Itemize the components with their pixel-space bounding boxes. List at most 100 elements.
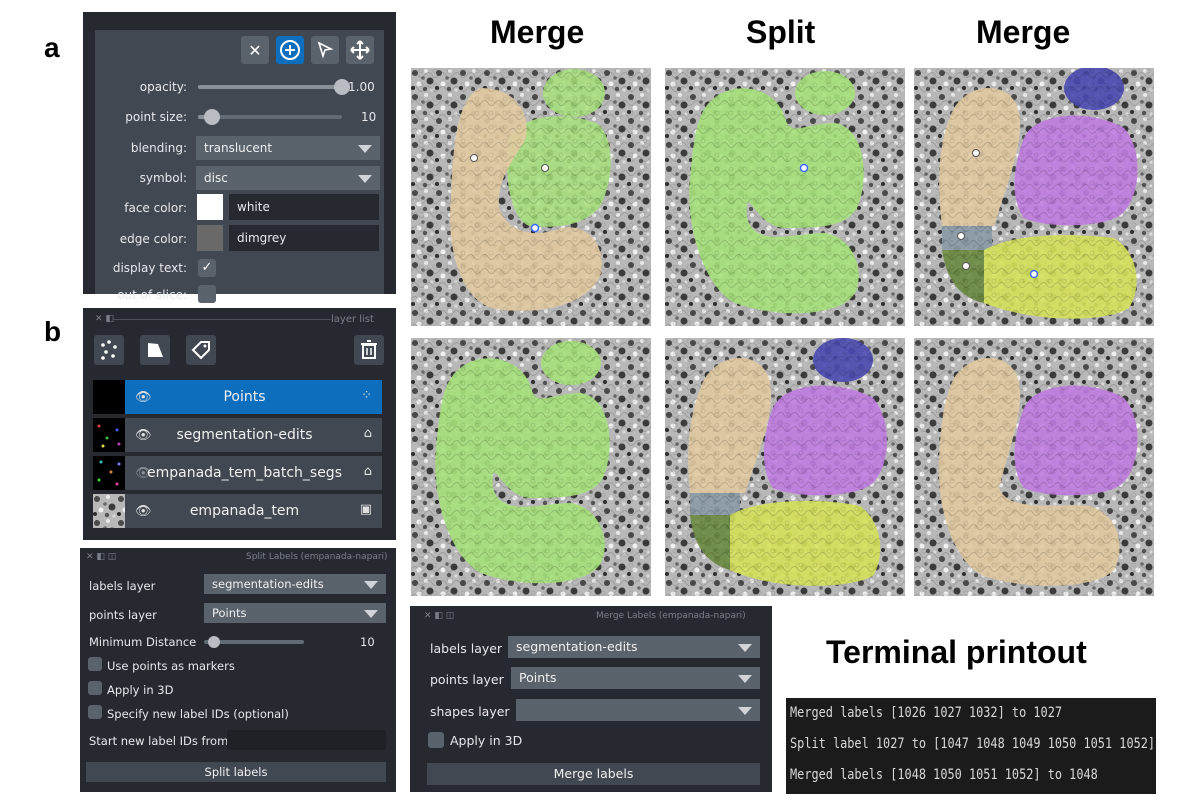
merge-after-split-image bbox=[914, 68, 1154, 326]
blending-value: translucent bbox=[204, 141, 273, 155]
trash-icon bbox=[361, 340, 377, 359]
chevron-down-icon bbox=[738, 707, 752, 715]
split-labels-button[interactable]: Split labels bbox=[86, 762, 386, 782]
face-color-field[interactable]: white bbox=[229, 194, 379, 220]
add-points-icon[interactable] bbox=[276, 36, 304, 64]
use-points-as-markers-checkbox[interactable] bbox=[88, 657, 102, 671]
close-icon[interactable]: ✕ bbox=[241, 36, 269, 64]
window-controls[interactable]: ✕ ◧ ◫ bbox=[424, 611, 454, 621]
new-shapes-layer-button[interactable] bbox=[140, 335, 170, 365]
layer-list-panel: ✕ ◧ layer list 👁 Points ⁘ 👁 segmentation… bbox=[83, 308, 396, 540]
split-before-image bbox=[665, 68, 905, 326]
split-result-image bbox=[665, 338, 905, 596]
layer-list-title: layer list bbox=[331, 314, 374, 325]
face-color-label: face color: bbox=[124, 201, 187, 215]
chevron-down-icon bbox=[738, 675, 752, 683]
out-of-slice-label: out of slice: bbox=[117, 288, 187, 302]
labels-icon: ⌂ bbox=[363, 464, 372, 479]
pan-zoom-icon[interactable] bbox=[346, 36, 374, 64]
labels-icon: ⌂ bbox=[363, 426, 372, 441]
symbol-value: disc bbox=[204, 171, 228, 185]
terminal-line: Merged labels [1026 1027 1032] to 1027 bbox=[790, 705, 1063, 721]
layer-row-points[interactable]: 👁 Points ⁘ bbox=[93, 380, 382, 414]
new-points-layer-button[interactable] bbox=[94, 335, 124, 365]
point-size-value: 10 bbox=[361, 110, 377, 124]
layer-thumbnail bbox=[93, 456, 125, 490]
chevron-down-icon bbox=[738, 644, 752, 652]
split-title-bar: ✕ ◧ ◫ Split Labels (empanada-napari) bbox=[80, 548, 396, 566]
layer-row-empanada-tem-batch-segs[interactable]: 👁 empanada_tem_batch_segs ⌂ bbox=[93, 456, 382, 490]
merge-points-layer-label: points layer bbox=[430, 672, 504, 687]
split-labels-layer-label: labels layer bbox=[89, 579, 156, 593]
window-controls[interactable]: ✕ ◧ ◫ bbox=[86, 552, 116, 562]
blending-dropdown[interactable]: translucent bbox=[196, 136, 380, 160]
layer-name: empanada_tem bbox=[189, 503, 300, 519]
point-size-slider[interactable] bbox=[198, 109, 342, 125]
face-color-swatch[interactable] bbox=[197, 194, 223, 220]
split-apply-3d-label: Apply in 3D bbox=[107, 683, 174, 697]
merge-labels-layer-value: segmentation-edits bbox=[516, 639, 638, 654]
new-labels-layer-button[interactable] bbox=[186, 335, 216, 365]
merge-apply-3d-label: Apply in 3D bbox=[450, 733, 523, 748]
edge-color-field[interactable]: dimgrey bbox=[229, 225, 379, 251]
layer-name: Points bbox=[223, 389, 266, 405]
symbol-dropdown[interactable]: disc bbox=[196, 166, 380, 190]
merge-points-layer-value: Points bbox=[519, 670, 557, 685]
start-ids-input[interactable] bbox=[227, 730, 386, 750]
points-controls-body: ✕ opacity: 1.00 point size: 10 blending:… bbox=[95, 30, 384, 303]
heading-merge-1: Merge bbox=[490, 14, 585, 50]
merge-labels-layer-dropdown[interactable]: segmentation-edits bbox=[508, 636, 760, 658]
opacity-value: 1.00 bbox=[348, 80, 375, 94]
labels-icon bbox=[191, 341, 210, 360]
panel-letter-b: b bbox=[44, 316, 62, 347]
min-distance-slider-knob[interactable] bbox=[208, 636, 220, 648]
split-panel-title: Split Labels (empanada-napari) bbox=[246, 552, 388, 562]
shapes-icon bbox=[148, 343, 163, 357]
select-arrow-icon[interactable] bbox=[311, 36, 339, 64]
window-controls[interactable]: ✕ ◧ bbox=[95, 314, 114, 324]
specify-ids-checkbox[interactable] bbox=[88, 705, 102, 719]
min-distance-slider[interactable] bbox=[204, 636, 304, 648]
layer-row-segmentation-edits[interactable]: 👁 segmentation-edits ⌂ bbox=[93, 418, 382, 452]
out-of-slice-checkbox[interactable] bbox=[198, 285, 216, 303]
merge-labels-panel: ✕ ◧ ◫ Merge Labels (empanada-napari) lab… bbox=[410, 606, 772, 792]
heading-merge-2: Merge bbox=[976, 14, 1071, 50]
layer-thumbnail bbox=[93, 380, 125, 414]
layer-row-empanada-tem[interactable]: 👁 empanada_tem ▣ bbox=[93, 494, 382, 528]
chevron-down-icon bbox=[364, 610, 378, 618]
edge-color-label: edge color: bbox=[119, 232, 187, 246]
merge-before-image bbox=[411, 68, 651, 326]
chevron-down-icon bbox=[358, 145, 372, 153]
layer-name: empanada_tem_batch_segs bbox=[147, 465, 342, 481]
display-text-label: display text: bbox=[112, 261, 187, 275]
opacity-slider[interactable] bbox=[198, 79, 350, 95]
merge-points-layer-dropdown[interactable]: Points bbox=[511, 667, 760, 689]
point-size-label: point size: bbox=[125, 110, 187, 124]
symbol-label: symbol: bbox=[139, 171, 187, 185]
image-icon: ▣ bbox=[359, 502, 372, 517]
edge-color-swatch[interactable] bbox=[197, 225, 223, 251]
panel-letter-a: a bbox=[44, 32, 60, 63]
merge-labels-button[interactable]: Merge labels bbox=[427, 763, 760, 785]
title-divider bbox=[113, 319, 331, 320]
merge-shapes-layer-dropdown[interactable] bbox=[516, 699, 760, 721]
points-icon bbox=[101, 340, 117, 360]
display-text-checkbox[interactable]: ✓ bbox=[198, 259, 216, 277]
split-points-layer-dropdown[interactable]: Points bbox=[204, 603, 386, 623]
merge-apply-3d-checkbox[interactable] bbox=[428, 732, 444, 748]
split-points-layer-value: Points bbox=[212, 606, 247, 620]
terminal-line: Split label 1027 to [1047 1048 1049 1050… bbox=[790, 736, 1156, 752]
split-labels-layer-dropdown[interactable]: segmentation-edits bbox=[204, 574, 386, 594]
merge-labels-layer-label: labels layer bbox=[430, 641, 503, 656]
split-points-layer-label: points layer bbox=[89, 608, 157, 622]
point-size-slider-knob[interactable] bbox=[204, 109, 221, 125]
split-apply-3d-checkbox[interactable] bbox=[88, 681, 102, 695]
layer-name: segmentation-edits bbox=[176, 427, 313, 443]
merge-final-image bbox=[914, 338, 1154, 596]
opacity-label: opacity: bbox=[139, 80, 187, 94]
points-icon: ⁘ bbox=[361, 388, 372, 403]
start-ids-label: Start new label IDs from: bbox=[89, 734, 233, 748]
delete-layer-button[interactable] bbox=[354, 335, 384, 365]
blending-label: blending: bbox=[130, 141, 187, 155]
chevron-down-icon bbox=[364, 581, 378, 589]
